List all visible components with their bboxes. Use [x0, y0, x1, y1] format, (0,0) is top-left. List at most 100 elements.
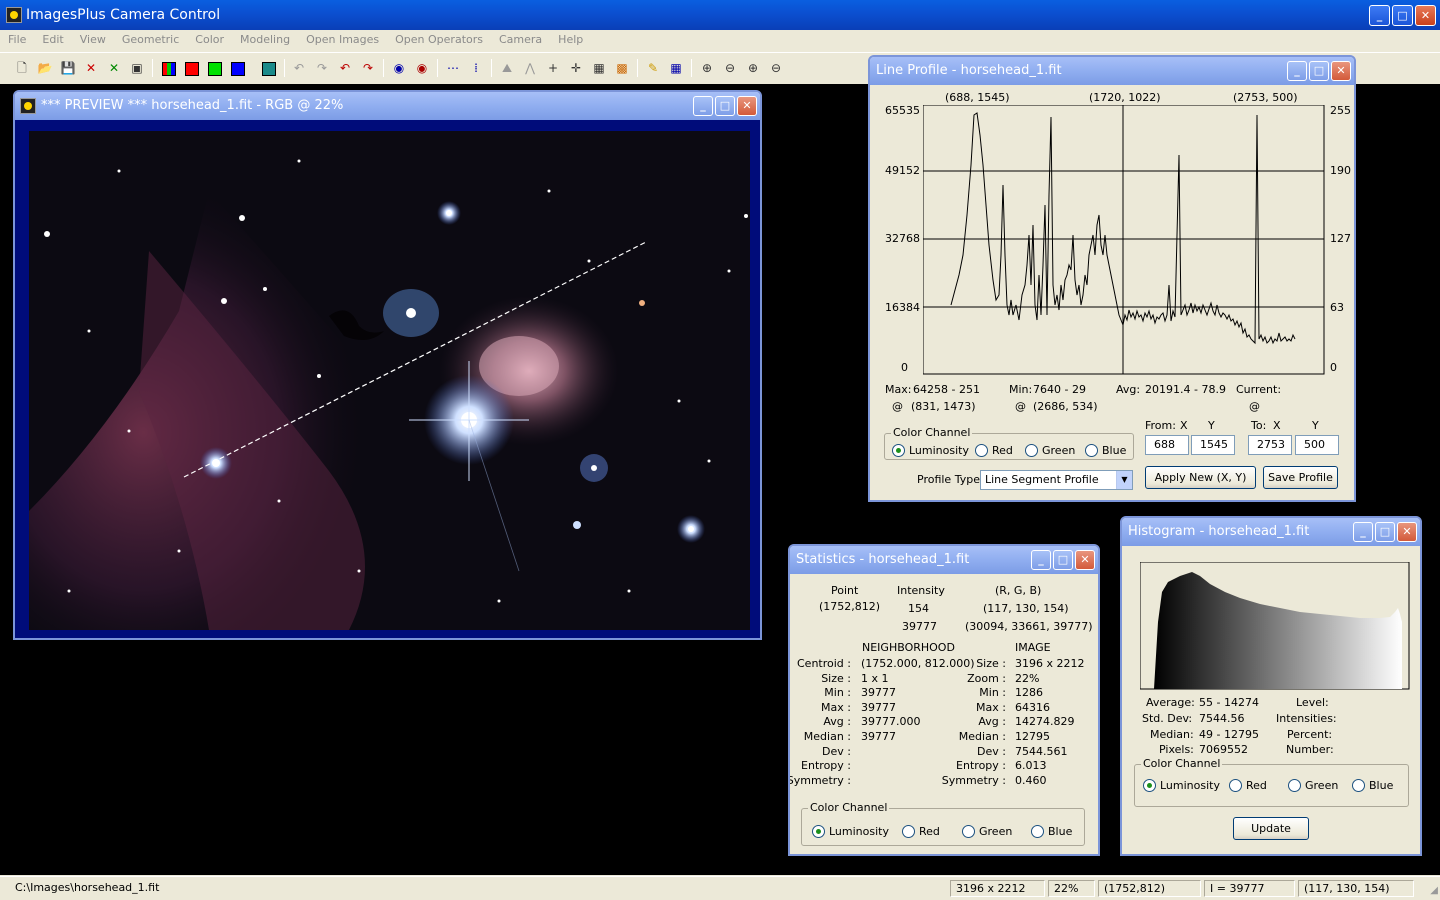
statistics-radio-luminosity[interactable]: Luminosity: [812, 825, 889, 838]
to-x-input[interactable]: 2753: [1248, 435, 1292, 455]
histogram-radio-luminosity[interactable]: Luminosity: [1143, 779, 1220, 792]
preview-maximize-button[interactable]: □: [715, 96, 735, 116]
resize-grip-icon[interactable]: ◢: [1430, 885, 1438, 896]
pencil-icon[interactable]: ✎: [643, 58, 663, 78]
grid-icon[interactable]: ▦: [666, 58, 686, 78]
calculator-icon[interactable]: ▦: [589, 58, 609, 78]
statistics-maximize-button[interactable]: □: [1053, 550, 1073, 570]
curve-icon[interactable]: ⋀: [520, 58, 540, 78]
menu-help[interactable]: Help: [550, 30, 591, 50]
stat-value: 7544.561: [1015, 744, 1068, 758]
histogram-radio-green[interactable]: Green: [1288, 779, 1338, 792]
points-icon[interactable]: ⁞: [466, 58, 486, 78]
apply-new-xy-button[interactable]: Apply New (X, Y): [1145, 466, 1256, 489]
histogram-minimize-button[interactable]: _: [1353, 522, 1373, 542]
window-icon[interactable]: ▣: [127, 58, 147, 78]
nebula-image[interactable]: [29, 131, 750, 630]
menu-camera[interactable]: Camera: [491, 30, 550, 50]
close-all-icon[interactable]: ✕: [104, 58, 124, 78]
profile-radio-luminosity[interactable]: Luminosity: [892, 444, 969, 457]
from-y-input[interactable]: 1545: [1191, 435, 1235, 455]
statistics-radio-blue[interactable]: Blue: [1031, 825, 1072, 838]
statistics-radio-red[interactable]: Red: [902, 825, 940, 838]
right-axis-tick: 127: [1330, 232, 1351, 245]
max-position: (831, 1473): [911, 400, 976, 413]
line-profile-minimize-button[interactable]: _: [1287, 61, 1307, 81]
crosshair-icon[interactable]: +: [543, 58, 563, 78]
preview-title-bar: *** PREVIEW *** horsehead_1.fit - RGB @ …: [15, 92, 760, 120]
redo-all-icon[interactable]: ↷: [358, 58, 378, 78]
to-y-input[interactable]: 500: [1295, 435, 1339, 455]
minimize-button[interactable]: _: [1369, 5, 1390, 26]
from-x-input[interactable]: 688: [1145, 435, 1189, 455]
statistics-radio-green[interactable]: Green: [962, 825, 1012, 838]
red-dot-icon[interactable]: ◉: [412, 58, 432, 78]
profile-plot[interactable]: [923, 105, 1325, 375]
app-icon[interactable]: [6, 7, 22, 23]
palette-icon[interactable]: ▩: [612, 58, 632, 78]
statistics-close-button[interactable]: ✕: [1075, 550, 1095, 570]
histogram-close-button[interactable]: ✕: [1397, 522, 1417, 542]
histogram-radio-red[interactable]: Red: [1229, 779, 1267, 792]
update-button[interactable]: Update: [1233, 817, 1309, 840]
zoom-actual-icon[interactable]: ⊖: [766, 58, 786, 78]
profile-top-label-mid: (1720, 1022): [1089, 91, 1161, 104]
zoom-out-icon[interactable]: ⊖: [720, 58, 740, 78]
average-label: Average:: [1146, 696, 1195, 709]
status-rgb: (117, 130, 154): [1298, 880, 1414, 897]
save-icon[interactable]: 💾: [58, 58, 78, 78]
blue-channel-icon[interactable]: [227, 58, 247, 78]
grayscale-icon[interactable]: [258, 58, 278, 78]
statistics-minimize-button[interactable]: _: [1031, 550, 1051, 570]
redo-icon[interactable]: ↷: [312, 58, 332, 78]
profile-radio-green[interactable]: Green: [1025, 444, 1075, 457]
profile-radio-blue[interactable]: Blue: [1085, 444, 1126, 457]
profile-type-label: Profile Type:: [917, 473, 984, 486]
chevron-down-icon[interactable]: ▼: [1116, 471, 1132, 489]
preview-window-icon[interactable]: [20, 98, 36, 114]
undo-all-icon[interactable]: ↶: [335, 58, 355, 78]
open-folder-icon[interactable]: 📂: [35, 58, 55, 78]
maximize-button[interactable]: □: [1392, 5, 1413, 26]
stat-label: Max :: [821, 700, 851, 714]
stat-value: 64316: [1015, 700, 1050, 714]
menu-view[interactable]: View: [72, 30, 114, 50]
stat-label: Avg :: [823, 715, 851, 729]
intensity-header: Intensity: [897, 584, 945, 597]
histogram-plot[interactable]: [1140, 562, 1410, 690]
green-channel-icon[interactable]: [204, 58, 224, 78]
blue-dot-icon[interactable]: ◉: [389, 58, 409, 78]
profile-top-label-start: (688, 1545): [945, 91, 1010, 104]
profile-radio-red[interactable]: Red: [975, 444, 1013, 457]
preview-close-button[interactable]: ✕: [737, 96, 757, 116]
right-axis-tick: 63: [1330, 301, 1344, 314]
menu-open-images[interactable]: Open Images: [298, 30, 387, 50]
histogram-maximize-button[interactable]: □: [1375, 522, 1395, 542]
histogram-radio-blue[interactable]: Blue: [1352, 779, 1393, 792]
close-button[interactable]: ✕: [1415, 5, 1436, 26]
profile-type-select[interactable]: Line Segment Profile ▼: [980, 470, 1133, 490]
zoom-fit-icon[interactable]: ⊕: [743, 58, 763, 78]
zoom-in-icon[interactable]: ⊕: [697, 58, 717, 78]
preview-minimize-button[interactable]: _: [693, 96, 713, 116]
new-file-icon[interactable]: 🗋: [12, 58, 32, 78]
histogram-icon[interactable]: ⛰: [497, 58, 517, 78]
close-image-icon[interactable]: ✕: [81, 58, 101, 78]
line-profile-close-button[interactable]: ✕: [1331, 61, 1351, 81]
menu-edit[interactable]: Edit: [34, 30, 71, 50]
menu-color[interactable]: Color: [187, 30, 232, 50]
menu-file[interactable]: File: [0, 30, 34, 50]
target-icon[interactable]: ✛: [566, 58, 586, 78]
line-profile-maximize-button[interactable]: □: [1309, 61, 1329, 81]
histogram-window: Histogram - horsehead_1.fit _ □ ✕ Averag…: [1120, 516, 1422, 856]
red-channel-icon[interactable]: [181, 58, 201, 78]
menu-open-operators[interactable]: Open Operators: [387, 30, 491, 50]
dotted-line-icon[interactable]: ⋯: [443, 58, 463, 78]
stat-label: Entropy :: [956, 759, 1006, 773]
current-label: Current:: [1236, 383, 1282, 396]
save-profile-button[interactable]: Save Profile: [1263, 466, 1338, 489]
menu-geometric[interactable]: Geometric: [114, 30, 187, 50]
rgb-channels-icon[interactable]: [158, 58, 178, 78]
undo-icon[interactable]: ↶: [289, 58, 309, 78]
menu-modeling[interactable]: Modeling: [232, 30, 298, 50]
